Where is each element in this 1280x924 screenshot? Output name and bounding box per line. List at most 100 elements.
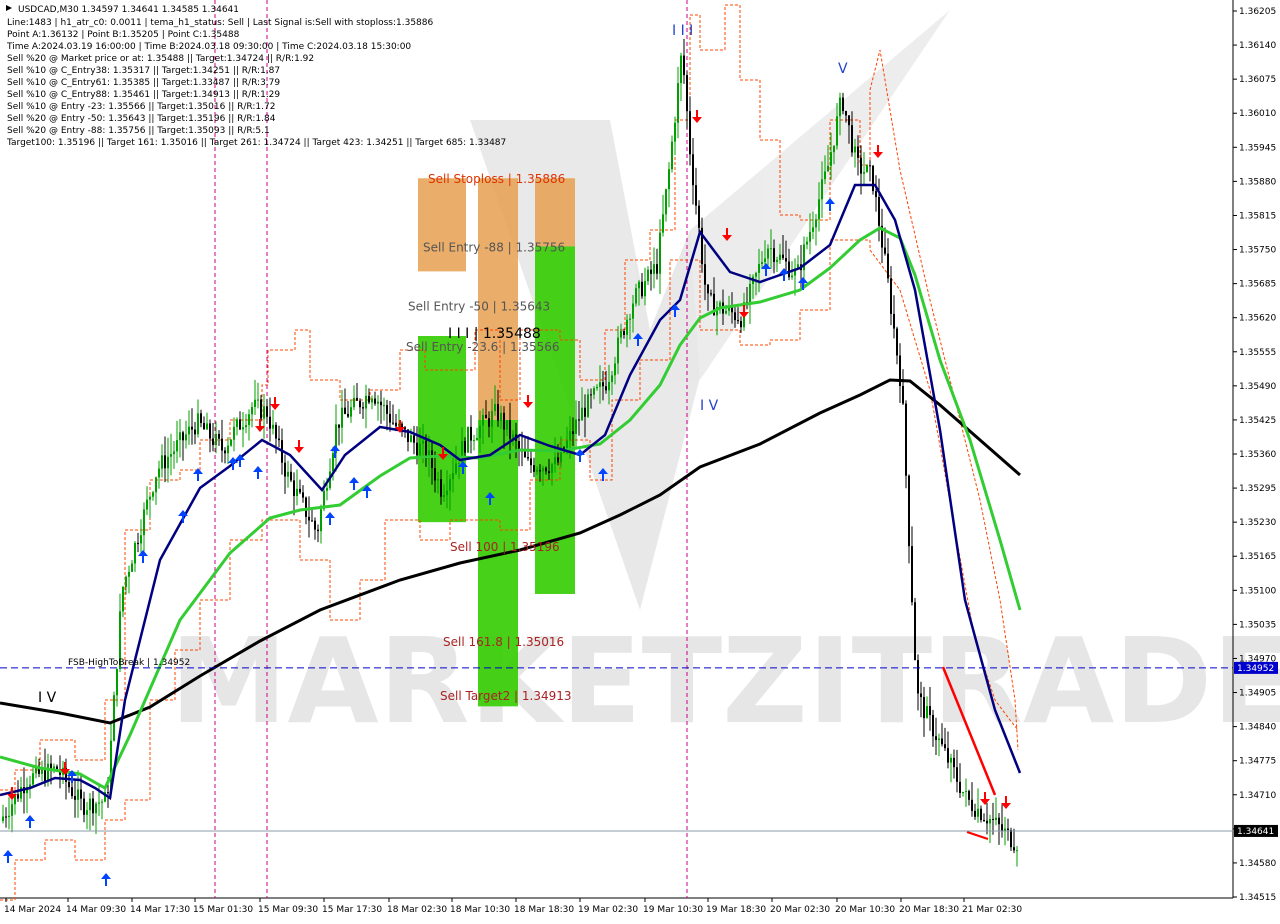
candle-body-175 (527, 457, 529, 459)
candle-body-103 (311, 520, 313, 522)
candle-body-90 (272, 424, 274, 429)
candle-body-136 (410, 435, 412, 442)
x-tick-label-7: 18 Mar 10:30 (450, 905, 510, 915)
candle-body-100 (302, 492, 304, 498)
candle-body-216 (650, 269, 652, 274)
candle-body-334 (1004, 828, 1006, 831)
candle-body-230 (692, 154, 694, 186)
candle-body-332 (998, 817, 1000, 825)
candle-body-31 (95, 803, 97, 814)
candle-body-147 (443, 495, 445, 497)
candle-body-137 (413, 435, 415, 443)
candle-body-289 (869, 165, 871, 167)
candle-body-218 (656, 264, 658, 274)
candle-body-40 (122, 586, 124, 612)
candle-body-69 (209, 423, 211, 439)
candle-body-67 (203, 423, 205, 430)
candle-body-99 (299, 488, 301, 493)
candle-body-158 (476, 438, 478, 441)
wave-label-2: V (838, 61, 848, 77)
candle-body-274 (824, 171, 826, 180)
candle-body-292 (878, 197, 880, 226)
candle-body-25 (77, 789, 79, 800)
candle-body-232 (698, 205, 700, 228)
candle-body-146 (440, 479, 442, 497)
candle-body-324 (974, 810, 976, 817)
y-tick-label-7: 1.35750 (1239, 246, 1276, 256)
candle-body-79 (239, 419, 241, 430)
y-tick-label-12: 1.35425 (1239, 416, 1276, 426)
candle-body-281 (845, 111, 847, 116)
candle-body-144 (434, 468, 436, 481)
candle-body-307 (923, 697, 925, 719)
candle-body-133 (401, 423, 403, 428)
candle-body-126 (380, 401, 382, 406)
candle-body-3 (11, 804, 13, 816)
candle-body-138 (416, 442, 418, 456)
candle-body-75 (227, 445, 229, 454)
candle-body-203 (611, 375, 613, 382)
candle-body-97 (293, 480, 295, 496)
y-tick-label-9: 1.35620 (1239, 314, 1276, 324)
candle-body-15 (47, 763, 49, 782)
candle-body-335 (1007, 828, 1009, 831)
candle-body-276 (830, 152, 832, 166)
candle-body-95 (287, 471, 289, 477)
candle-body-252 (758, 264, 760, 273)
candle-body-176 (530, 458, 532, 466)
candle-body-115 (347, 413, 349, 417)
candle-body-325 (977, 808, 979, 817)
candle-body-260 (782, 254, 784, 259)
candle-body-301 (905, 403, 907, 476)
info-line-2: Time A:2024.03.19 16:00:00 | Time B:2024… (6, 42, 411, 52)
candle-body-117 (353, 397, 355, 408)
candle-body-212 (638, 281, 640, 289)
candle-body-168 (506, 420, 508, 430)
candle-body-108 (326, 488, 328, 491)
candle-body-319 (959, 781, 961, 794)
candle-body-101 (305, 497, 307, 517)
y-tick-label-17: 1.35100 (1239, 586, 1276, 596)
candle-body-27 (83, 798, 85, 815)
candle-body-10 (32, 773, 34, 785)
candle-body-22 (68, 781, 70, 788)
candle-body-286 (860, 157, 862, 174)
candle-body-308 (926, 706, 928, 719)
candle-body-161 (485, 414, 487, 419)
y-tick-label-13: 1.35360 (1239, 450, 1276, 460)
info-line-6: Sell %10 @ C_Entry88: 1.35461 || Target:… (7, 90, 280, 100)
candle-body-65 (197, 413, 199, 435)
candle-body-105 (317, 529, 319, 532)
candle-body-223 (671, 141, 673, 170)
x-tick-label-1: 14 Mar 09:30 (66, 905, 126, 915)
candle-body-254 (764, 258, 766, 263)
candle-body-305 (917, 660, 919, 694)
candle-body-119 (359, 400, 361, 408)
candle-body-199 (599, 382, 601, 387)
candle-body-222 (668, 169, 670, 190)
candle-body-74 (224, 450, 226, 454)
info-line-1: Point A:1.36132 | Point B:1.35205 | Poin… (7, 30, 240, 40)
y-tick-label-3: 1.36010 (1239, 109, 1276, 119)
x-tick-label-4: 15 Mar 09:30 (258, 905, 318, 915)
candle-body-331 (995, 817, 997, 821)
fsb-price-tag-text: 1.34952 (1237, 664, 1274, 674)
candle-body-114 (344, 407, 346, 414)
candle-body-327 (983, 819, 985, 821)
candle-body-320 (962, 791, 964, 794)
candle-body-29 (89, 798, 91, 811)
candle-body-42 (128, 571, 130, 577)
candle-body-162 (488, 418, 490, 427)
candle-body-163 (491, 411, 493, 427)
candle-body-0 (2, 816, 4, 821)
candle-body-255 (767, 248, 769, 259)
candle-body-26 (80, 789, 82, 799)
candle-body-172 (518, 440, 520, 450)
chart-svg: MARKETZITRADE FSB-HighToBreak | 1.34952 … (0, 0, 1280, 920)
candle-body-259 (779, 254, 781, 261)
candle-body-124 (374, 398, 376, 404)
candle-body-189 (569, 431, 571, 441)
candle-body-88 (266, 406, 268, 417)
candle-body-209 (629, 318, 631, 320)
watermark-text: MARKETZITRADE (170, 612, 1280, 750)
